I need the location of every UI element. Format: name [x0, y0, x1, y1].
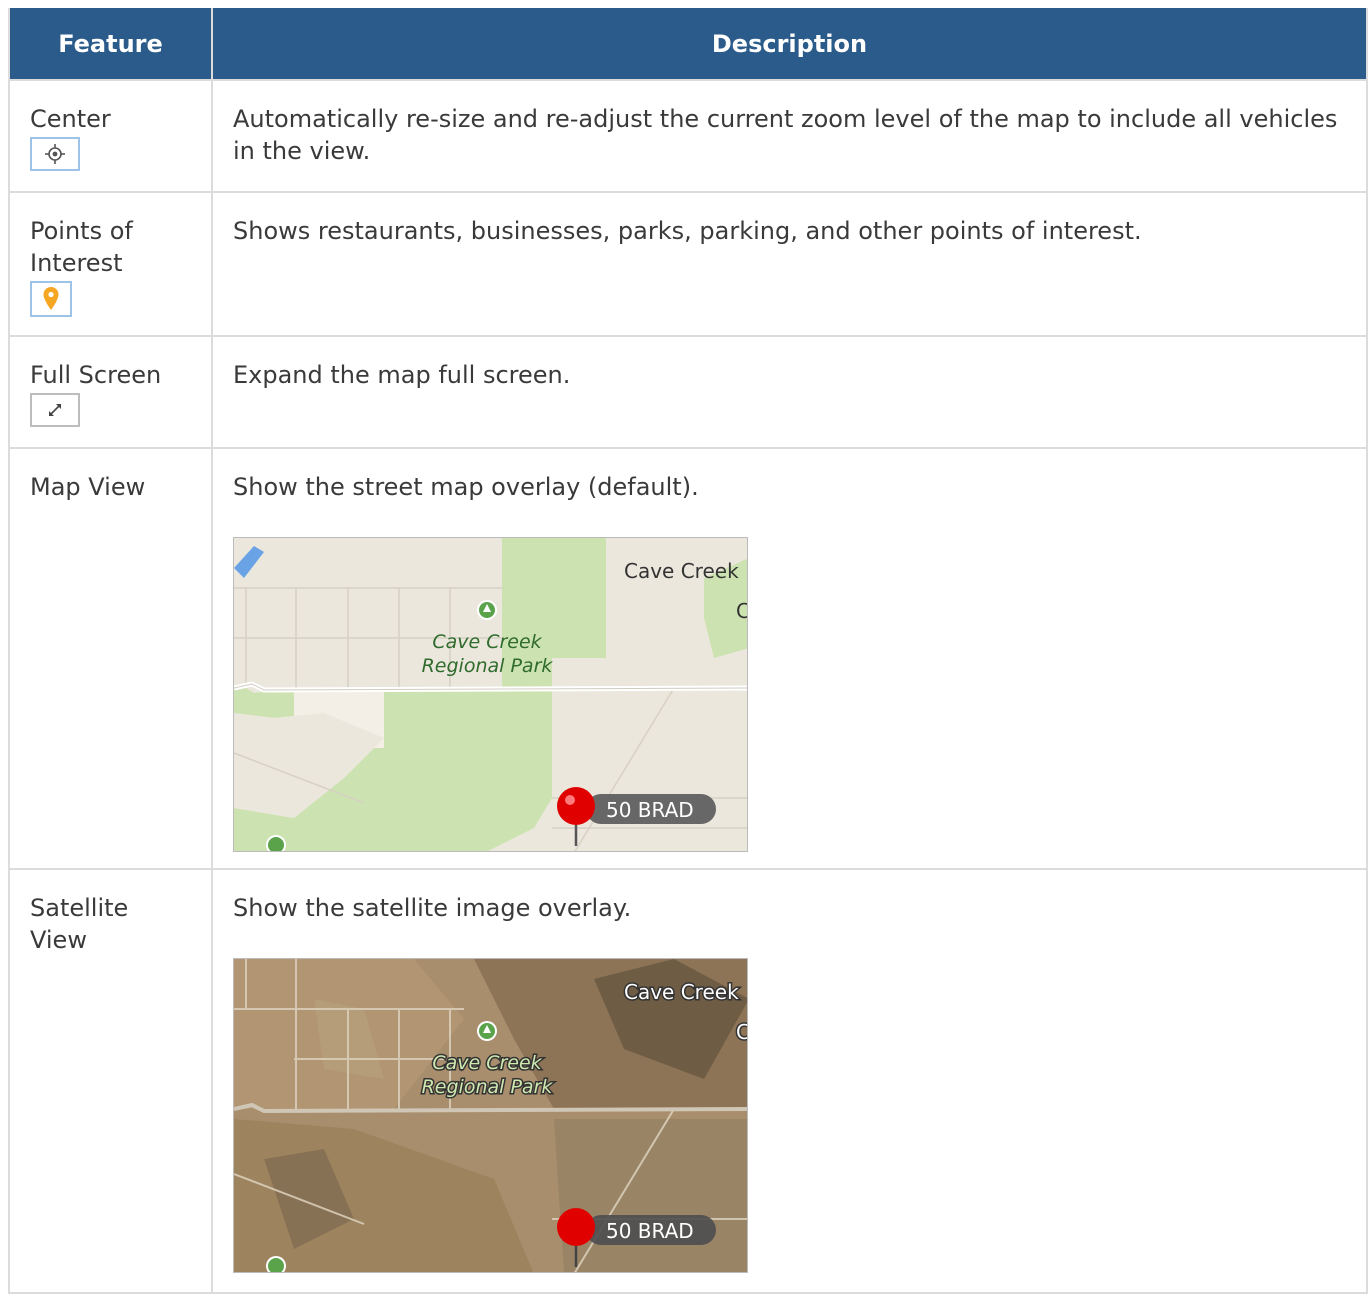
sat-vehicle-label: 50 BRAD: [606, 1219, 694, 1243]
sat-park-label-2: Regional Park: [422, 1076, 554, 1098]
description-cell: Show the street map overlay (default). C…: [211, 447, 1368, 870]
description-text: Show the street map overlay (default).: [233, 473, 699, 501]
map-vehicle-label: 50 BRAD: [606, 798, 694, 822]
feature-label: Map View: [30, 473, 146, 501]
header-feature: Feature: [8, 8, 213, 81]
table-row: Points of Interest Shows restaurants, bu…: [8, 191, 1368, 337]
expand-arrows-icon: [49, 404, 61, 416]
sat-park-label-1: Cave Creek: [432, 1052, 542, 1074]
full-screen-button[interactable]: [30, 393, 80, 427]
map-town-label: Cave Creek: [624, 559, 739, 583]
table-header-row: Feature Description: [8, 8, 1368, 81]
feature-label: Center: [30, 105, 111, 133]
feature-label: Full Screen: [30, 361, 162, 389]
map-park-label-2: Regional Park: [422, 655, 554, 677]
poi-button[interactable]: [30, 281, 72, 317]
center-button[interactable]: [30, 137, 80, 171]
table-row: Center Automatically re-size and re-adju…: [8, 79, 1368, 193]
table-row: Map View Show the street map overlay (de…: [8, 447, 1368, 870]
poi-pin-icon: [43, 287, 59, 310]
street-map-thumbnail: Cave Creek C Cave Creek Regional Park 50…: [233, 537, 748, 852]
center-crosshair-icon: [45, 144, 65, 164]
description-cell: Automatically re-size and re-adjust the …: [211, 79, 1368, 193]
feature-cell: Map View: [8, 447, 213, 870]
feature-cell: Points of Interest: [8, 191, 213, 337]
feature-cell: Full Screen: [8, 335, 213, 449]
sat-town-label: Cave Creek: [624, 980, 739, 1004]
feature-cell: Center: [8, 79, 213, 193]
map-partial-label: C: [736, 599, 748, 623]
description-cell: Expand the map full screen.: [211, 335, 1368, 449]
map-park-label-1: Cave Creek: [432, 631, 542, 653]
description-cell: Shows restaurants, businesses, parks, pa…: [211, 191, 1368, 337]
description-text: Show the satellite image overlay.: [233, 894, 632, 922]
description-cell: Show the satellite image overlay. Cave C…: [211, 868, 1368, 1294]
table-row: Satellite View Show the satellite image …: [8, 868, 1368, 1294]
feature-label: Satellite View: [30, 894, 129, 954]
satellite-map-thumbnail: Cave Creek C Cave Creek Regional Park 50…: [233, 958, 748, 1273]
feature-cell: Satellite View: [8, 868, 213, 1294]
features-table: Feature Description Center Automatically…: [8, 8, 1368, 1294]
table-row: Full Screen Expand the map full screen.: [8, 335, 1368, 449]
feature-label: Points of Interest: [30, 217, 133, 277]
header-description: Description: [211, 8, 1368, 81]
sat-partial-label: C: [736, 1020, 748, 1044]
